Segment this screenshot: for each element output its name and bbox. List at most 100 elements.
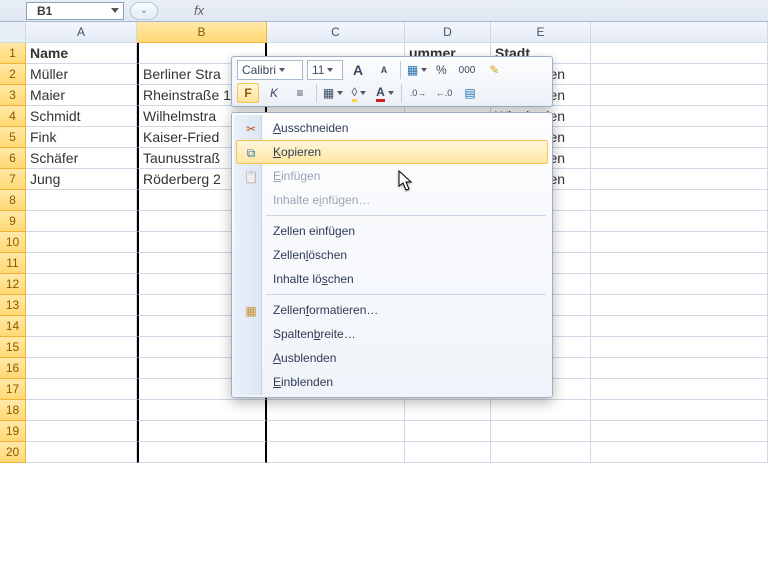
align-center-button[interactable]: ≡: [289, 83, 311, 103]
column-header-overflow[interactable]: [591, 22, 768, 43]
bold-button[interactable]: F: [237, 83, 259, 103]
cell-D18[interactable]: [405, 400, 491, 421]
cell-A13[interactable]: [26, 295, 137, 316]
cell-overflow-14[interactable]: [591, 316, 768, 337]
row-header-6[interactable]: 6: [0, 148, 26, 169]
font-color-button[interactable]: A: [374, 83, 396, 103]
context-menu-copy[interactable]: Kopieren⧉: [236, 140, 548, 164]
increase-font-button[interactable]: A: [347, 60, 369, 80]
percent-format-button[interactable]: %: [432, 60, 451, 80]
cell-overflow-4[interactable]: [591, 106, 768, 127]
fill-color-button[interactable]: ◊: [348, 83, 370, 103]
cell-C19[interactable]: [267, 421, 405, 442]
cell-overflow-2[interactable]: [591, 64, 768, 85]
cell-overflow-12[interactable]: [591, 274, 768, 295]
cell-overflow-9[interactable]: [591, 211, 768, 232]
row-header-3[interactable]: 3: [0, 85, 26, 106]
context-menu-unhide[interactable]: Einblenden: [236, 370, 548, 394]
name-box-dropdown-icon[interactable]: [111, 8, 119, 13]
row-header-20[interactable]: 20: [0, 442, 26, 463]
context-menu-cut[interactable]: Ausschneiden✂: [236, 116, 548, 140]
cell-A2[interactable]: Müller: [26, 64, 137, 85]
cell-A3[interactable]: Maier: [26, 85, 137, 106]
row-header-1[interactable]: 1: [0, 43, 26, 64]
context-menu-colwidth[interactable]: Spaltenbreite…: [236, 322, 548, 346]
cell-A20[interactable]: [26, 442, 137, 463]
column-header-E[interactable]: E: [491, 22, 591, 43]
cell-D19[interactable]: [405, 421, 491, 442]
cell-A8[interactable]: [26, 190, 137, 211]
cell-overflow-19[interactable]: [591, 421, 768, 442]
cell-A10[interactable]: [26, 232, 137, 253]
row-header-13[interactable]: 13: [0, 295, 26, 316]
cell-B20[interactable]: [137, 442, 267, 463]
cell-A9[interactable]: [26, 211, 137, 232]
format-painter-button[interactable]: ✎: [483, 60, 505, 80]
cell-D20[interactable]: [405, 442, 491, 463]
column-header-C[interactable]: C: [267, 22, 405, 43]
cell-A12[interactable]: [26, 274, 137, 295]
row-header-19[interactable]: 19: [0, 421, 26, 442]
cell-E19[interactable]: [491, 421, 591, 442]
cell-A14[interactable]: [26, 316, 137, 337]
name-box[interactable]: B1: [26, 2, 124, 20]
context-menu[interactable]: Ausschneiden✂Kopieren⧉Einfügen📋Inhalte e…: [231, 112, 553, 398]
column-header-A[interactable]: A: [26, 22, 137, 43]
cell-overflow-18[interactable]: [591, 400, 768, 421]
font-name-combo[interactable]: Calibri: [237, 60, 303, 80]
row-header-18[interactable]: 18: [0, 400, 26, 421]
cell-overflow-11[interactable]: [591, 253, 768, 274]
font-size-combo[interactable]: 11: [307, 60, 343, 80]
cell-overflow-5[interactable]: [591, 127, 768, 148]
row-header-11[interactable]: 11: [0, 253, 26, 274]
cell-overflow-13[interactable]: [591, 295, 768, 316]
row-header-5[interactable]: 5: [0, 127, 26, 148]
context-menu-format[interactable]: Zellen formatieren…▦: [236, 298, 548, 322]
row-header-15[interactable]: 15: [0, 337, 26, 358]
accounting-format-button[interactable]: ▦: [406, 60, 428, 80]
cell-A5[interactable]: Fink: [26, 127, 137, 148]
row-header-2[interactable]: 2: [0, 64, 26, 85]
cell-C18[interactable]: [267, 400, 405, 421]
cell-overflow-20[interactable]: [591, 442, 768, 463]
cell-A16[interactable]: [26, 358, 137, 379]
cell-overflow-15[interactable]: [591, 337, 768, 358]
cell-A19[interactable]: [26, 421, 137, 442]
cell-B19[interactable]: [137, 421, 267, 442]
context-menu-delete[interactable]: Zellen löschen: [236, 243, 548, 267]
cell-E20[interactable]: [491, 442, 591, 463]
fx-label[interactable]: fx: [194, 3, 204, 18]
cell-B18[interactable]: [137, 400, 267, 421]
decrease-decimal-button[interactable]: ←.0: [433, 83, 455, 103]
cell-A15[interactable]: [26, 337, 137, 358]
row-header-4[interactable]: 4: [0, 106, 26, 127]
increase-decimal-button[interactable]: .0→: [407, 83, 429, 103]
row-header-16[interactable]: 16: [0, 358, 26, 379]
cell-A7[interactable]: Jung: [26, 169, 137, 190]
context-menu-insert[interactable]: Zellen einfügen: [236, 219, 548, 243]
decrease-font-button[interactable]: A: [373, 60, 395, 80]
row-header-10[interactable]: 10: [0, 232, 26, 253]
row-header-12[interactable]: 12: [0, 274, 26, 295]
cell-overflow-10[interactable]: [591, 232, 768, 253]
fx-cancel-confirm[interactable]: ⌄: [130, 2, 158, 20]
cell-C20[interactable]: [267, 442, 405, 463]
cell-A4[interactable]: Schmidt: [26, 106, 137, 127]
merge-button[interactable]: ▤: [459, 83, 481, 103]
context-menu-clear[interactable]: Inhalte löschen: [236, 267, 548, 291]
cell-overflow-7[interactable]: [591, 169, 768, 190]
column-header-D[interactable]: D: [405, 22, 491, 43]
cell-overflow-8[interactable]: [591, 190, 768, 211]
cell-overflow-1[interactable]: [591, 43, 768, 64]
select-all-corner[interactable]: [0, 22, 26, 43]
italic-button[interactable]: K: [263, 83, 285, 103]
cell-A18[interactable]: [26, 400, 137, 421]
cell-A17[interactable]: [26, 379, 137, 400]
cell-E18[interactable]: [491, 400, 591, 421]
cell-A6[interactable]: Schäfer: [26, 148, 137, 169]
row-header-14[interactable]: 14: [0, 316, 26, 337]
row-header-8[interactable]: 8: [0, 190, 26, 211]
cell-overflow-6[interactable]: [591, 148, 768, 169]
row-header-7[interactable]: 7: [0, 169, 26, 190]
context-menu-hide[interactable]: Ausblenden: [236, 346, 548, 370]
